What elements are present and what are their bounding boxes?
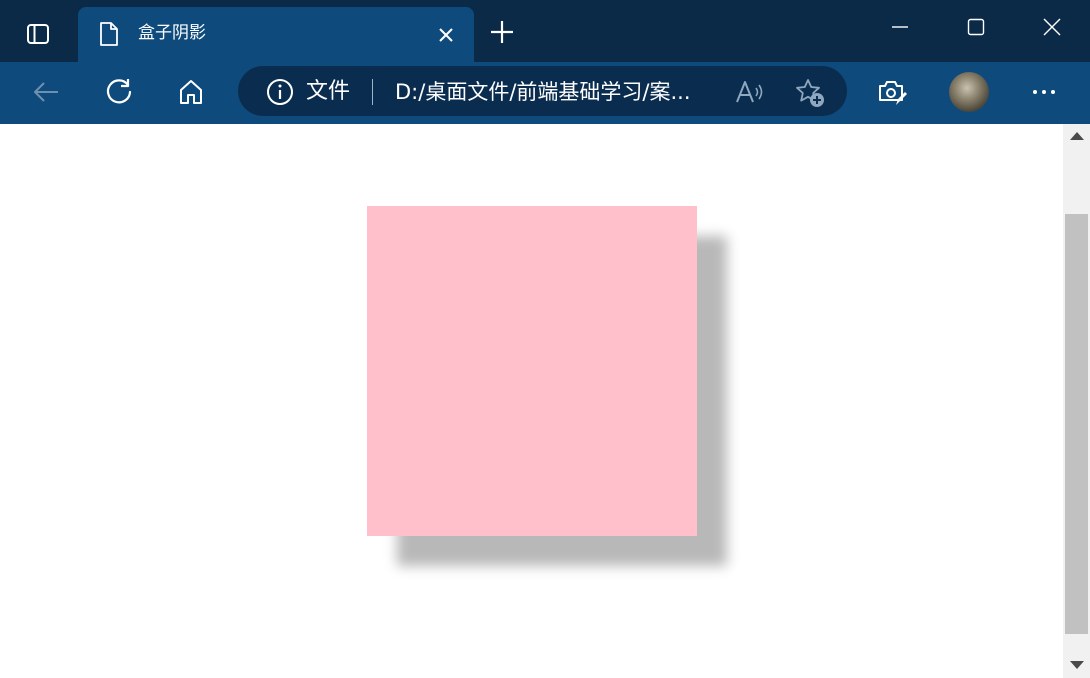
info-icon[interactable] [266, 78, 294, 106]
profile-avatar[interactable] [949, 72, 989, 112]
screenshot-edit-icon [879, 81, 907, 105]
scroll-thumb[interactable] [1065, 214, 1088, 634]
title-bar: 盒子阴影 [0, 0, 1090, 62]
scroll-down-arrow-icon[interactable] [1070, 661, 1084, 669]
screenshot-button[interactable] [874, 74, 910, 110]
refresh-icon [106, 79, 132, 104]
sidebar-toggle-icon [27, 24, 49, 44]
refresh-button[interactable] [101, 74, 137, 110]
favorite-add-icon[interactable] [794, 77, 826, 109]
navigation-toolbar: 文件 D:/桌面文件/前端基础学习/案... [0, 62, 1090, 122]
new-tab-button[interactable] [488, 18, 516, 46]
page-viewport [0, 124, 1063, 678]
url-text[interactable]: D:/桌面文件/前端基础学习/案... [395, 79, 720, 105]
address-separator [372, 79, 373, 105]
back-button[interactable] [28, 74, 64, 110]
site-scheme-label[interactable]: 文件 [306, 78, 350, 106]
tab-close-icon[interactable] [434, 23, 458, 47]
home-button[interactable] [173, 74, 209, 110]
maximize-icon [967, 18, 985, 36]
document-icon [100, 22, 118, 46]
maximize-button[interactable] [958, 10, 994, 44]
tab-title: 盒子阴影 [138, 23, 206, 43]
close-icon [1043, 18, 1061, 36]
tab-active[interactable]: 盒子阴影 [78, 7, 474, 62]
back-arrow-icon [34, 82, 58, 102]
minimize-icon [892, 26, 908, 28]
shadow-box [367, 206, 697, 536]
more-icon [1033, 90, 1055, 94]
scroll-up-arrow-icon[interactable] [1070, 132, 1084, 140]
read-aloud-icon[interactable] [735, 78, 765, 106]
home-icon [180, 80, 202, 104]
minimize-button[interactable] [882, 10, 918, 44]
sidebar-toggle-button[interactable] [18, 14, 58, 54]
vertical-scrollbar[interactable] [1063, 124, 1090, 678]
address-bar[interactable]: 文件 D:/桌面文件/前端基础学习/案... [238, 66, 847, 116]
more-button[interactable] [1026, 74, 1062, 110]
close-button[interactable] [1034, 10, 1070, 44]
